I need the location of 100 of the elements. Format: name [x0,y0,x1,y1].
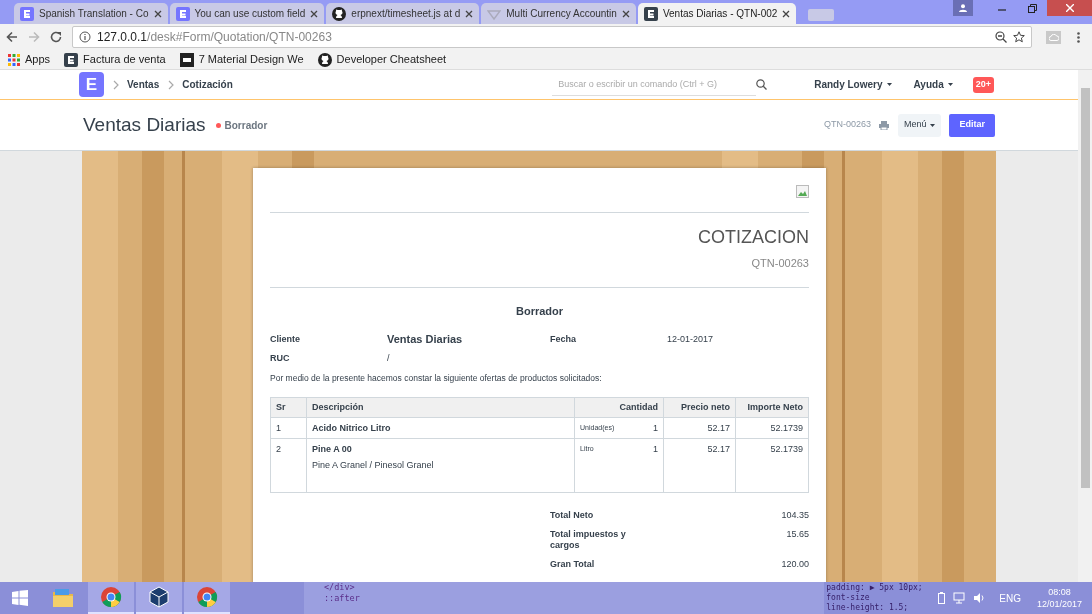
octocat-icon [332,6,347,21]
info-icon [79,31,91,43]
broken-image-icon [796,185,809,198]
restore-icon [1027,3,1037,13]
column-header: Sr [270,397,307,418]
quantity: 1 [653,421,658,434]
windows-logo-icon [12,590,28,606]
printer-icon[interactable] [878,120,889,130]
total-label: Gran Total [550,558,596,570]
column-header: Precio neto [663,397,736,418]
user-menu[interactable]: Randy Lowery [814,77,892,92]
breadcrumb-link[interactable]: Cotización [182,77,233,92]
close-icon [1065,4,1074,12]
address-bar[interactable]: 127.0.0.1/desk#Form/Quotation/QTN-00263 [72,26,1032,48]
caret-down-icon [947,83,953,86]
cloud-icon [1048,33,1059,41]
field-value: Ventas Diarias [387,332,464,347]
search-icon [756,79,768,90]
scrollbar[interactable] [1078,70,1092,582]
quantity: 1 [653,442,658,455]
field-label: Fecha [550,332,577,346]
speaker-icon [973,592,986,604]
item-name: Acido Nitrico Litro [312,421,392,434]
table-cell: 52.17 [663,417,736,439]
document-heading: COTIZACION [698,226,809,248]
bookmark[interactable]: Apps [8,51,51,68]
code-line: </div> [324,582,356,593]
column-header: Importe Neto [735,397,809,418]
close-icon [310,9,319,18]
network-icon [953,592,966,604]
scrollbar-thumb[interactable] [1080,88,1090,488]
search-field[interactable]: Buscar o escribir un comando (Ctrl + G) [552,73,757,96]
column-header: Descripción [306,397,575,418]
bookmark[interactable]: Developer Cheatsheet [317,51,447,68]
browser-tab[interactable]: erpnext/timesheet.js at d [326,3,480,24]
document-id: QTN-00263 [823,118,871,132]
letter-tile-icon [20,6,34,21]
letter-tile-icon [643,6,658,21]
total-value: 104.35 [780,509,809,521]
field-label: RUC [270,351,291,365]
intro-text: Por medio de la presente hacemos constar la siguiente ofertas de productos solicitados: [270,372,603,385]
item-name: Pine A 00 [312,442,353,455]
browser-tab[interactable]: You can use custom field [169,3,325,24]
breadcrumb-link[interactable]: Ventas [127,77,160,92]
total-value: 120.00 [780,558,809,570]
table-cell: 52.1739 [735,438,809,493]
browser-tab[interactable]: Spanish Translation - Co [14,3,168,24]
table-cell: 1 [270,417,307,439]
column-header: Cantidad [574,397,664,418]
table-cell: 2 [270,438,307,493]
bookmark[interactable]: Factura de venta [64,51,166,68]
field-label: Cliente [270,332,301,346]
close-icon [153,9,162,18]
chevron-right-icon [113,79,119,90]
browser-tab[interactable]: Ventas Diarias - QTN-002 [637,3,797,24]
folder-icon [52,587,74,609]
square-logo-icon [179,52,194,67]
person-icon [959,4,967,12]
taskbar-app[interactable] [136,582,182,614]
browser-icon [100,586,122,608]
grid-icon [8,53,20,66]
help-menu[interactable]: Ayuda [913,77,953,92]
edit-button[interactable]: Editar [949,113,995,137]
cube-icon [148,586,170,608]
style-line: padding: ▶ 5px 10px; [826,583,924,593]
profile-button[interactable] [953,0,973,16]
item-description: Pine A Granel / Pinesol Granel [312,458,435,471]
field-value: 12-01-2017 [667,332,715,346]
close-icon [465,9,474,18]
browser-tab[interactable]: Multi Currency Accountin [481,3,636,24]
document-status: Borrador [514,303,565,319]
app-logo[interactable]: E [79,72,104,97]
bookmark[interactable]: 7 Material Design We [179,51,304,68]
code-line: ::after [324,593,361,604]
reload-icon[interactable] [50,31,62,43]
style-line: line-height: 1.5; [826,603,910,613]
battery-icon [938,592,946,604]
zoom-out-icon [995,31,1007,43]
field-value: / [387,351,391,365]
back-arrow-icon[interactable] [6,31,18,43]
close-icon [621,9,630,18]
status-indicator: Borrador [224,118,268,133]
document-number: QTN-00263 [751,256,809,271]
close-window-button[interactable] [1047,0,1092,16]
browser-icon [196,586,218,608]
more-vertical-icon[interactable] [1077,31,1080,43]
chevron-right-icon [168,79,175,90]
total-label: Total Neto [550,509,595,521]
total-value: 15.65 [785,528,809,541]
caret-down-icon [886,83,892,86]
octocat-icon [317,52,332,67]
page-title: Ventas Diarias [83,112,206,137]
close-icon [782,9,791,18]
letter-tile-icon [64,52,79,67]
table-cell: 52.1739 [735,417,809,439]
table-cell: 52.17 [663,438,736,493]
total-label: Total impuestos y cargos [550,528,627,551]
menu-button[interactable]: Menú [897,113,942,137]
caret-down-icon [930,123,936,127]
letter-tile-icon [175,6,190,21]
